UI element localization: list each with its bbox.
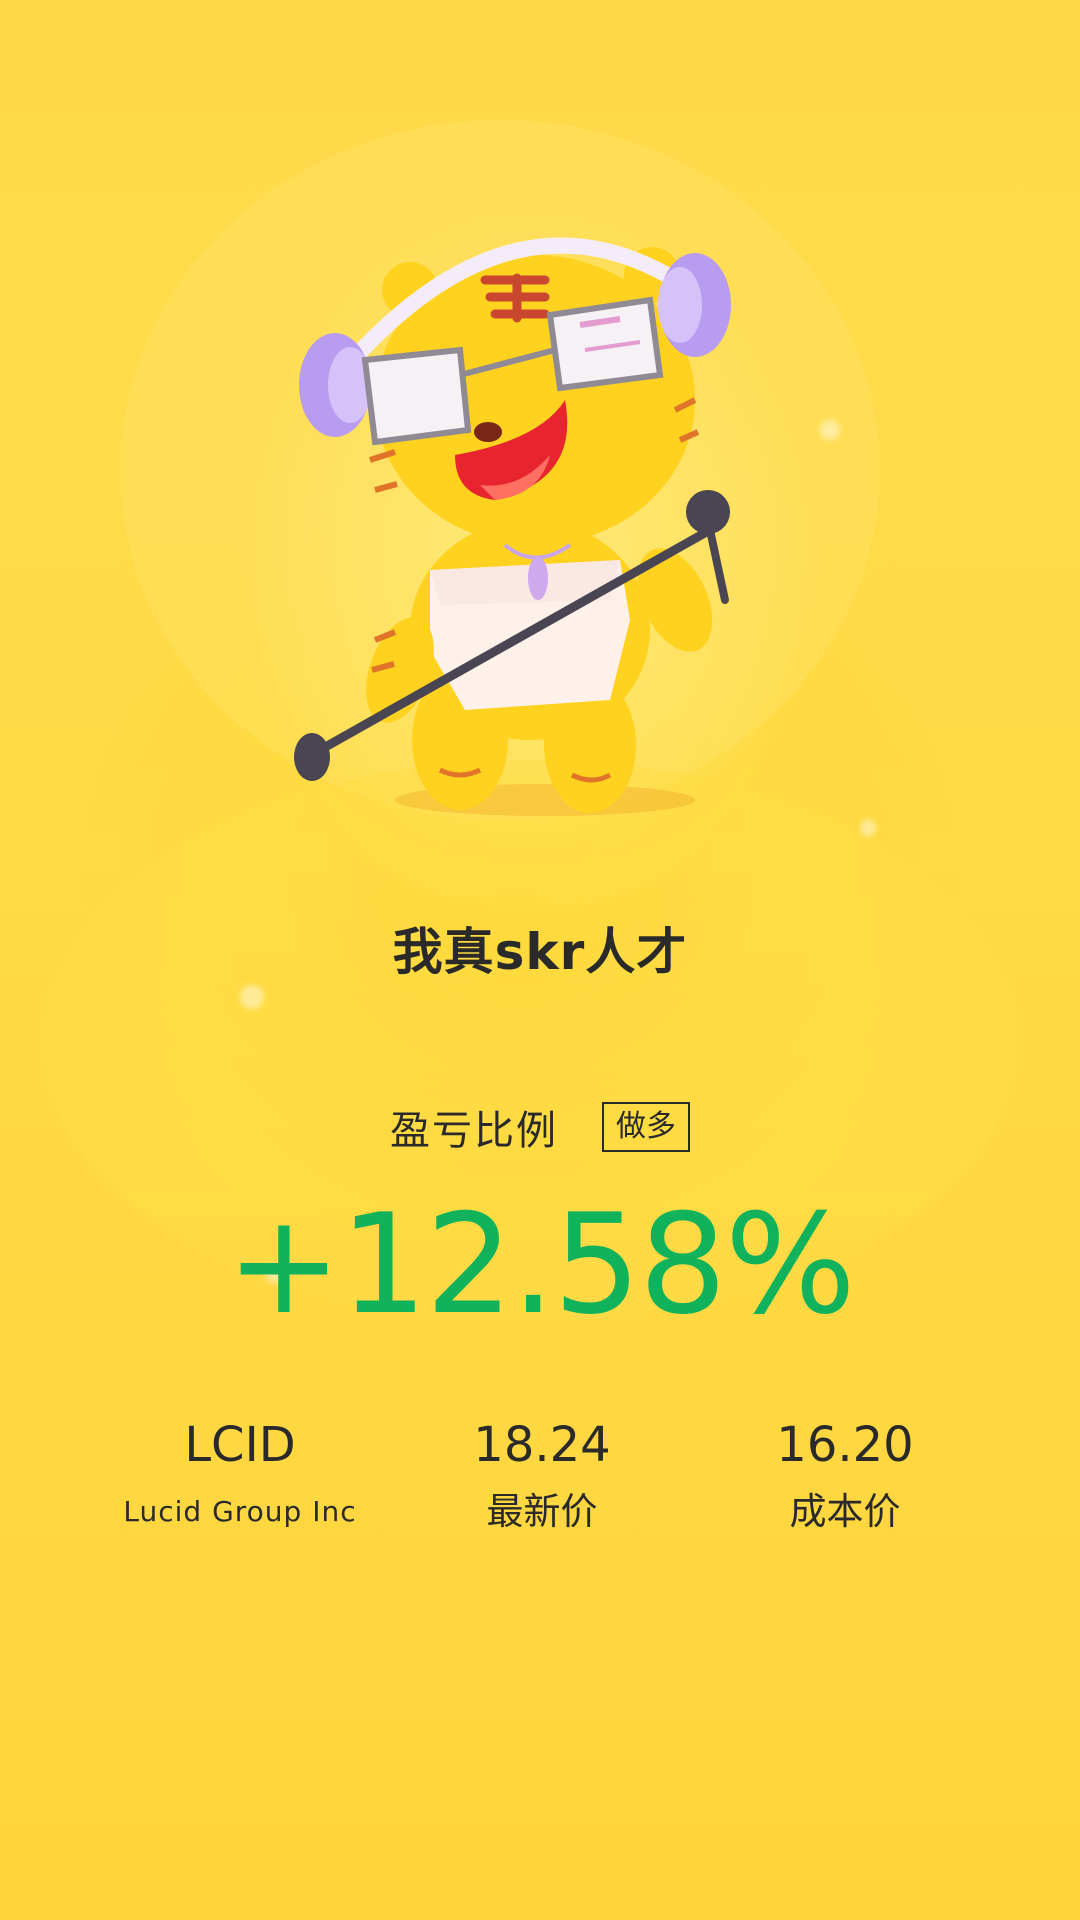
share-card: 我真skr人才 盈亏比例 做多 +12.58% LCID Lucid Group… [0, 0, 1080, 1920]
cost-price-label: 成本价 [789, 1490, 901, 1533]
position-direction-badge: 做多 [602, 1102, 690, 1152]
stock-symbol: LCID [184, 1417, 296, 1473]
pnl-percentage-value: +12.58% [226, 1184, 856, 1345]
latest-price-value: 18.24 [473, 1417, 611, 1473]
latest-price-label: 最新价 [486, 1490, 598, 1533]
latest-price-info: 18.24 最新价 [392, 1415, 692, 1535]
stock-name: Lucid Group Inc [123, 1495, 357, 1528]
cost-price-info: 16.20 成本价 [695, 1415, 995, 1535]
nickname-title: 我真skr人才 [392, 923, 688, 981]
pnl-ratio-label: 盈亏比例 [390, 1108, 558, 1154]
stock-info: LCID Lucid Group Inc [90, 1415, 390, 1535]
pnl-label-row: 盈亏比例 做多 [0, 1098, 1080, 1156]
tiger-mascot-illustration [294, 237, 731, 816]
sparkle [820, 420, 840, 440]
sparkle [240, 985, 264, 1009]
sparkle [860, 820, 876, 836]
cost-price-value: 16.20 [776, 1417, 914, 1473]
